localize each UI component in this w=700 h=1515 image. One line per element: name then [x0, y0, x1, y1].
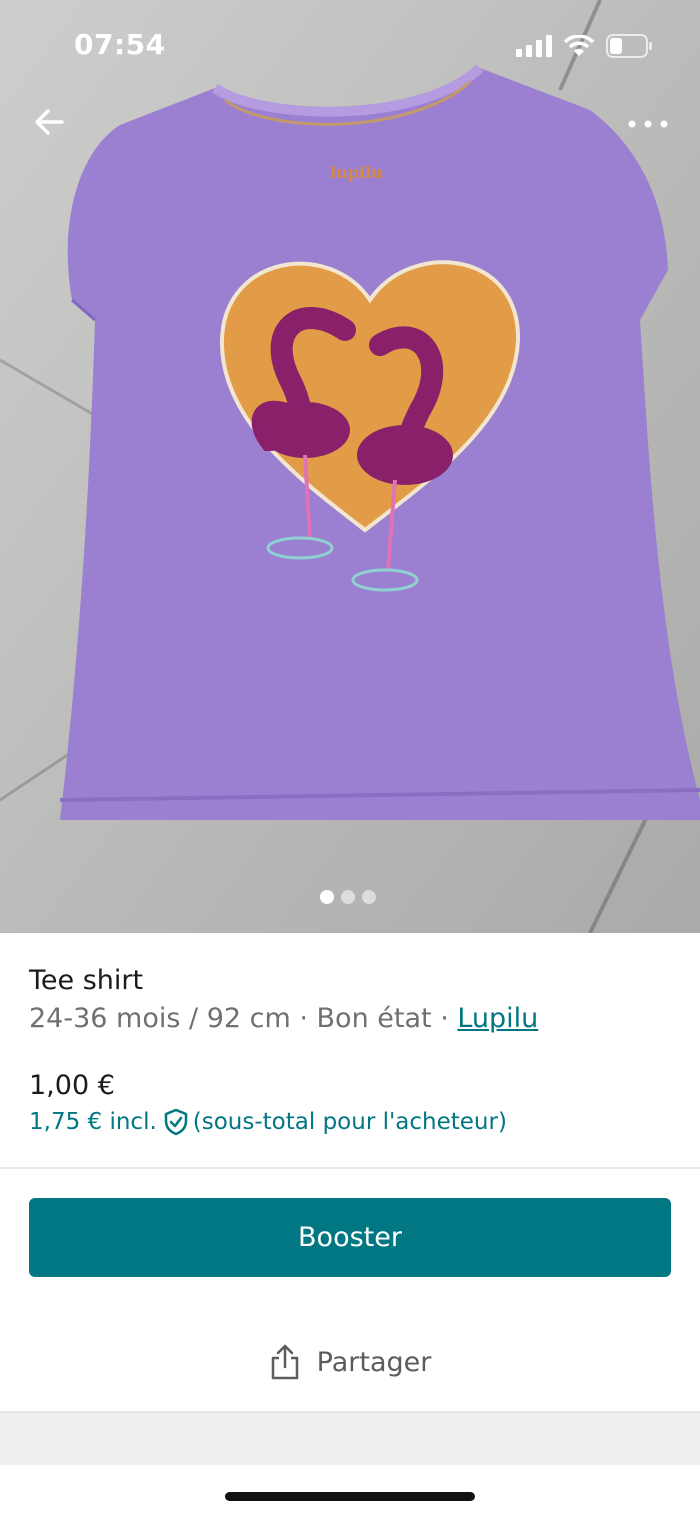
pagination-dot-3[interactable]: [362, 890, 376, 904]
item-brand-link[interactable]: Lupilu: [457, 1003, 538, 1034]
share-button[interactable]: Partager: [0, 1331, 700, 1393]
pagination-dot-2[interactable]: [341, 890, 355, 904]
buyer-price[interactable]: 1,75 € incl. (sous-total pour l'acheteur…: [29, 1108, 507, 1136]
item-price: 1,00 €: [29, 1070, 115, 1101]
tshirt-photo-illustration: lupilu: [0, 0, 700, 933]
incl-price: 1,75 € incl.: [29, 1109, 157, 1135]
item-photo[interactable]: lupilu 07:54: [0, 0, 700, 933]
pagination-dot-1[interactable]: [320, 890, 334, 904]
signal-icon: [516, 35, 552, 57]
status-bar: 07:54: [0, 0, 700, 92]
home-indicator[interactable]: [225, 1492, 475, 1501]
booster-button[interactable]: Booster: [29, 1198, 671, 1277]
battery-icon: [606, 34, 652, 58]
item-title: Tee shirt: [29, 965, 144, 996]
arrow-left-icon[interactable]: [28, 100, 72, 144]
wifi-icon: [564, 35, 594, 56]
item-meta: 24-36 mois / 92 cm · Bon état · Lupilu: [29, 1003, 538, 1034]
divider: [0, 1167, 700, 1169]
photo-pagination[interactable]: [320, 890, 376, 904]
status-time: 07:54: [74, 28, 166, 61]
item-condition: Bon état: [316, 1003, 432, 1034]
share-label: Partager: [316, 1346, 432, 1378]
meta-separator: ·: [431, 1003, 458, 1034]
incl-note: (sous-total pour l'acheteur): [192, 1109, 507, 1135]
meta-separator: ·: [290, 1003, 317, 1034]
shield-check-icon[interactable]: [163, 1108, 189, 1136]
section-separator: [0, 1411, 700, 1465]
more-horizontal-icon[interactable]: [624, 104, 672, 144]
share-icon: [271, 1344, 298, 1380]
svg-text:lupilu: lupilu: [330, 163, 383, 182]
item-size: 24-36 mois / 92 cm: [29, 1003, 291, 1034]
